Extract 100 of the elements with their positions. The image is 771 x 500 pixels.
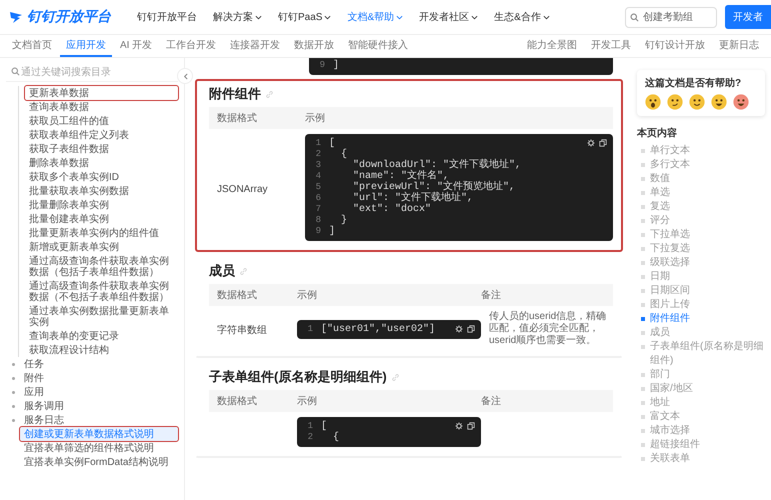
column-header: 示例	[305, 112, 326, 125]
caret-icon	[324, 14, 332, 20]
toc-item[interactable]: 国家/地区	[650, 382, 693, 396]
line-number: 9	[318, 60, 325, 71]
sidebar-group[interactable]: 任务	[20, 357, 48, 371]
sidebar-item[interactable]: 批量创建表单实例	[25, 212, 178, 226]
toc-item[interactable]: 下拉单选	[650, 228, 690, 242]
search-field[interactable]: 通过关键词搜索目录	[6, 64, 178, 81]
search-field[interactable]: 创建考勤组	[625, 6, 717, 28]
shocked-face-icon[interactable]	[645, 94, 661, 110]
sidebar-item[interactable]: 宜搭表单筛选的组件格式说明	[20, 441, 178, 455]
developer-button[interactable]: 开发者	[725, 5, 771, 29]
line-number: 5	[314, 182, 321, 193]
smirk-face-icon[interactable]	[667, 94, 683, 110]
sidebar-item[interactable]: 获取表单组件定义列表	[25, 128, 178, 142]
toc-item[interactable]: 地址	[650, 396, 670, 410]
settings-icon[interactable]	[587, 139, 595, 147]
nav-menu-item[interactable]: 文档&帮助	[341, 7, 410, 27]
toc-item[interactable]: 超链接组件	[650, 438, 700, 452]
sidebar-item[interactable]: 批量更新表单实例内的组件值	[25, 226, 178, 240]
toc-item[interactable]: 评分	[650, 214, 670, 228]
nav-link[interactable]: 更新日志	[713, 35, 765, 57]
sidebar-group[interactable]: 服务调用	[20, 399, 68, 413]
column-header: 数据格式	[217, 394, 258, 408]
line-number: 1	[306, 421, 313, 432]
toc-item[interactable]: 下拉复选	[650, 242, 690, 256]
column-header: 备注	[481, 288, 502, 302]
sidebar-item[interactable]: 创建或更新表单数据格式说明	[20, 427, 178, 441]
sidebar-item[interactable]: 查询表单的变更记录	[25, 329, 178, 343]
search-icon	[630, 12, 639, 22]
toc-item[interactable]: 子表单组件(原名称是明细组件)	[650, 340, 765, 368]
nav-menu-item[interactable]: 钉钉PaaS	[272, 7, 338, 27]
code-line: {	[340, 149, 348, 160]
caret-icon	[471, 14, 478, 20]
toc-item[interactable]: 多行文本	[650, 158, 690, 172]
toc-title: 本页内容	[637, 126, 678, 140]
nav-menu-item[interactable]: 解决方案	[207, 7, 268, 27]
nav-menu-item[interactable]: 生态&合作	[488, 7, 556, 27]
toc-item[interactable]: 部门	[650, 368, 670, 382]
toc-item[interactable]: 单选	[650, 186, 670, 200]
line-number: 4	[314, 171, 321, 182]
nav-link[interactable]: 开发工具	[585, 35, 637, 57]
toc-item[interactable]: 关联表单	[650, 452, 690, 466]
sidebar-group[interactable]: 应用	[20, 385, 48, 399]
code-line: [	[329, 138, 336, 149]
toc-item[interactable]: 附件组件	[650, 312, 690, 326]
copy-icon[interactable]	[467, 422, 475, 430]
sidebar-item[interactable]: 通过高级查询条件获取表单实例数据（不包括子表单组件数据）	[25, 279, 178, 304]
nav-tab[interactable]: 工作台开发	[160, 35, 222, 57]
sidebar-item[interactable]: 通过表单实例数据批量更新表单实例	[25, 304, 178, 329]
toc-item[interactable]: 富文本	[650, 410, 680, 424]
nav-tab[interactable]: 文档首页	[6, 35, 58, 57]
code-line: "name": "文件名",	[352, 171, 450, 182]
copy-icon[interactable]	[467, 324, 475, 332]
sidebar-item[interactable]: 获取员工组件的值	[25, 114, 178, 128]
table-cell-text: 传人员的userid信息，精确匹配，值必须完全匹配，userid顺序也需要一致。	[488, 311, 608, 347]
nav-menu-item[interactable]: 开发者社区	[413, 7, 484, 27]
toc-item[interactable]: 单行文本	[650, 144, 690, 158]
nav-tab[interactable]: 数据开放	[288, 35, 340, 57]
toc-item[interactable]: 日期区间	[650, 284, 690, 298]
sidebar-group[interactable]: 附件	[20, 371, 48, 385]
sidebar-item[interactable]: 批量获取表单实例数据	[25, 184, 178, 198]
sidebar-item[interactable]: 更新表单数据	[25, 86, 178, 100]
sidebar-item[interactable]: 通过高级查询条件获取表单实例数据（包括子表单组件数据）	[25, 254, 178, 279]
sidebar-item[interactable]: 新增或更新表单实例	[25, 240, 178, 254]
toc-item[interactable]: 级联选择	[650, 256, 690, 270]
code-line: ]	[333, 60, 340, 71]
sidebar-item[interactable]: 删除表单数据	[25, 156, 178, 170]
nav-link[interactable]: 能力全景图	[521, 35, 583, 57]
settings-icon[interactable]	[455, 422, 463, 430]
logo-icon	[8, 9, 24, 25]
settings-icon[interactable]	[455, 324, 463, 332]
smile-face-icon[interactable]	[689, 94, 705, 110]
code-line: {	[332, 432, 340, 443]
toc-item[interactable]: 日期	[650, 270, 670, 284]
nav-menu-item[interactable]: 钉钉开放平台	[131, 7, 203, 27]
toc-item[interactable]: 图片上传	[650, 298, 690, 312]
grin-face-icon[interactable]	[711, 94, 727, 110]
sidebar-item[interactable]: 批量删除表单实例	[25, 198, 178, 212]
nav-link[interactable]: 钉钉设计开放	[639, 35, 711, 57]
nav-tab[interactable]: 应用开发	[60, 35, 112, 57]
table-cell: 字符串数组	[217, 325, 267, 336]
toc-item[interactable]: 城市选择	[650, 424, 690, 438]
sidebar-item[interactable]: 宜搭表单实例FormData结构说明	[20, 455, 178, 469]
table-cell: JSONArray	[217, 184, 268, 194]
nav-tab[interactable]: AI 开发	[114, 35, 158, 57]
sidebar-item[interactable]: 获取流程设计结构	[25, 343, 178, 357]
nav-tab[interactable]: 连接器开发	[224, 35, 286, 57]
sidebar-group[interactable]: 服务日志	[20, 413, 68, 427]
sidebar-item[interactable]: 查询表单数据	[25, 100, 178, 114]
toc-item[interactable]: 成员	[650, 326, 670, 340]
section-heading: 附件组件	[209, 85, 261, 103]
sidebar-item[interactable]: 获取多个表单实例ID	[25, 170, 178, 184]
toc-item[interactable]: 数值	[650, 172, 670, 186]
code-line: ]	[329, 226, 336, 237]
column-header: 数据格式	[217, 112, 258, 125]
nav-tab[interactable]: 智能硬件接入	[342, 35, 414, 57]
copy-icon[interactable]	[599, 139, 607, 147]
toc-item[interactable]: 复选	[650, 200, 670, 214]
sidebar-item[interactable]: 获取子表组件数据	[25, 142, 178, 156]
